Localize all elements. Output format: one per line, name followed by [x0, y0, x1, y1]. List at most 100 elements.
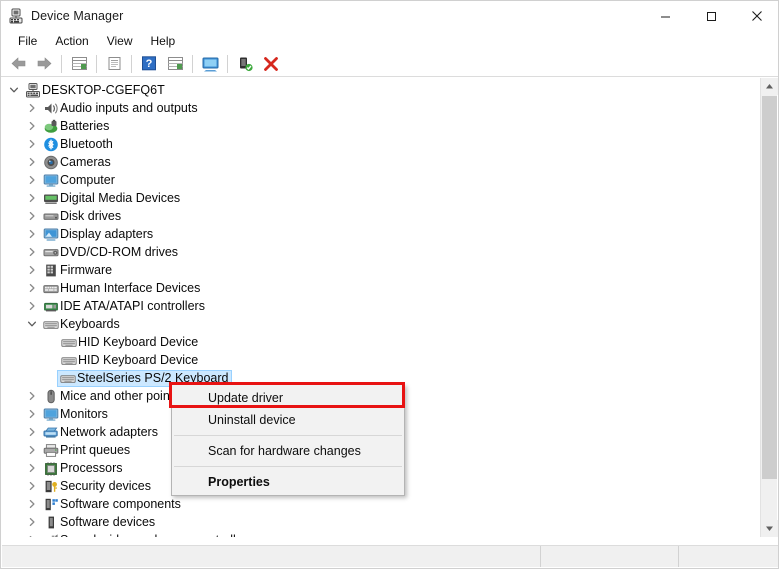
- tree-item[interactable]: Display adapters: [2, 225, 758, 243]
- tree-item-content[interactable]: Disk drives: [40, 208, 124, 225]
- tree-item[interactable]: Batteries: [2, 117, 758, 135]
- menu-help[interactable]: Help: [142, 32, 185, 51]
- tree-item[interactable]: Bluetooth: [2, 135, 758, 153]
- tree-item[interactable]: Sound, video and game controllers: [2, 531, 758, 537]
- tree-item[interactable]: DESKTOP-CGEFQ6T: [2, 81, 758, 99]
- chevron-right-icon[interactable]: [24, 171, 40, 189]
- tree-item-content[interactable]: Batteries: [40, 118, 112, 135]
- tree-item[interactable]: Software devices: [2, 513, 758, 531]
- tree-item-content[interactable]: Digital Media Devices: [40, 190, 183, 207]
- scrollbar-thumb[interactable]: [762, 96, 777, 479]
- chevron-right-icon[interactable]: [24, 117, 40, 135]
- tree-item-content[interactable]: Firmware: [40, 262, 115, 279]
- tree-item-content[interactable]: HID Keyboard Device: [58, 334, 201, 351]
- context-menu[interactable]: Update driver Uninstall device Scan for ha…: [171, 384, 405, 496]
- tree-item[interactable]: Firmware: [2, 261, 758, 279]
- tree-item-content[interactable]: Audio inputs and outputs: [40, 100, 201, 117]
- context-menu-item[interactable]: Update driver: [172, 387, 404, 409]
- chevron-right-icon[interactable]: [24, 405, 40, 423]
- close-button[interactable]: [734, 1, 778, 31]
- chevron-right-icon[interactable]: [24, 477, 40, 495]
- tree-item-content[interactable]: Computer: [40, 172, 118, 189]
- tree-item[interactable]: Cameras: [2, 153, 758, 171]
- tree-item-content[interactable]: DVD/CD-ROM drives: [40, 244, 181, 261]
- chevron-right-icon[interactable]: [24, 459, 40, 477]
- tree-item[interactable]: Keyboards: [2, 315, 758, 333]
- back-arrow-icon[interactable]: [6, 53, 30, 75]
- tree-item-content[interactable]: Network adapters: [40, 424, 161, 441]
- update-driver-icon[interactable]: [198, 53, 222, 75]
- context-menu-item[interactable]: Uninstall device: [172, 409, 404, 431]
- tree-item[interactable]: Digital Media Devices: [2, 189, 758, 207]
- help-icon[interactable]: ?: [137, 53, 161, 75]
- tree-item-content[interactable]: Processors: [40, 460, 126, 477]
- tree-item-content[interactable]: Sound, video and game controllers: [40, 532, 256, 537]
- tree-item-content[interactable]: HID Keyboard Device: [58, 352, 201, 369]
- chevron-right-icon[interactable]: [24, 441, 40, 459]
- scan-for-hardware-changes-icon[interactable]: [163, 53, 187, 75]
- tree-item-label: Digital Media Devices: [60, 191, 181, 205]
- tree-item-content[interactable]: Cameras: [40, 154, 114, 171]
- menu-view[interactable]: View: [98, 32, 142, 51]
- context-menu-item[interactable]: Properties: [172, 471, 404, 493]
- chevron-right-icon[interactable]: [24, 243, 40, 261]
- tree-item-content[interactable]: DESKTOP-CGEFQ6T: [22, 82, 168, 99]
- tree-item[interactable]: HID Keyboard Device: [2, 333, 758, 351]
- tree-item-content[interactable]: Keyboards: [40, 316, 123, 333]
- chevron-right-icon[interactable]: [24, 225, 40, 243]
- chevron-right-icon[interactable]: [24, 297, 40, 315]
- minimize-button[interactable]: [642, 1, 688, 31]
- vertical-scrollbar[interactable]: [760, 78, 778, 537]
- tree-item[interactable]: DVD/CD-ROM drives: [2, 243, 758, 261]
- tree-item-content[interactable]: Monitors: [40, 406, 111, 423]
- tree-item-content[interactable]: IDE ATA/ATAPI controllers: [40, 298, 208, 315]
- firmware-icon: [42, 262, 60, 278]
- tree-item-content[interactable]: Bluetooth: [40, 136, 116, 153]
- chevron-right-icon[interactable]: [24, 513, 40, 531]
- chevron-right-icon[interactable]: [24, 135, 40, 153]
- maximize-button[interactable]: [688, 1, 734, 31]
- chevron-right-icon[interactable]: [24, 207, 40, 225]
- tree-item-label: Keyboards: [60, 317, 120, 331]
- tree-item[interactable]: HID Keyboard Device: [2, 351, 758, 369]
- tree-item[interactable]: IDE ATA/ATAPI controllers: [2, 297, 758, 315]
- context-menu-item[interactable]: Scan for hardware changes: [172, 440, 404, 462]
- chevron-right-icon[interactable]: [24, 495, 40, 513]
- tree-item-content[interactable]: Human Interface Devices: [40, 280, 203, 297]
- ide-controller-icon: [42, 298, 60, 314]
- tree-item-label: Cameras: [60, 155, 111, 169]
- tree-item[interactable]: Human Interface Devices: [2, 279, 758, 297]
- menu-action[interactable]: Action: [46, 32, 97, 51]
- chevron-right-icon[interactable]: [24, 153, 40, 171]
- tree-item[interactable]: Software components: [2, 495, 758, 513]
- tree-item[interactable]: Audio inputs and outputs: [2, 99, 758, 117]
- tree-item[interactable]: Disk drives: [2, 207, 758, 225]
- tree-item-content[interactable]: Display adapters: [40, 226, 156, 243]
- scroll-up-arrow-icon[interactable]: [761, 78, 778, 95]
- chevron-right-icon[interactable]: [24, 531, 40, 537]
- chevron-right-icon[interactable]: [24, 387, 40, 405]
- chevron-right-icon[interactable]: [24, 99, 40, 117]
- tree-item-content[interactable]: Print queues: [40, 442, 133, 459]
- uninstall-device-icon[interactable]: [259, 53, 283, 75]
- properties-icon[interactable]: [102, 53, 126, 75]
- chevron-right-icon[interactable]: [24, 279, 40, 297]
- scroll-down-arrow-icon[interactable]: [761, 520, 778, 537]
- chevron-right-icon[interactable]: [24, 423, 40, 441]
- status-panel-main: [2, 546, 541, 567]
- chevron-down-icon[interactable]: [6, 81, 22, 99]
- tree-item-content[interactable]: Software components: [40, 496, 184, 513]
- chevron-right-icon[interactable]: [24, 261, 40, 279]
- forward-arrow-icon[interactable]: [32, 53, 56, 75]
- tree-item-content[interactable]: Software devices: [40, 514, 158, 531]
- show-hide-console-tree-icon[interactable]: [67, 53, 91, 75]
- menu-file[interactable]: File: [9, 32, 46, 51]
- tree-item[interactable]: Computer: [2, 171, 758, 189]
- chevron-right-icon[interactable]: [24, 189, 40, 207]
- tree-item-content[interactable]: Security devices: [40, 478, 154, 495]
- chevron-down-icon[interactable]: [24, 315, 40, 333]
- tree-item-label: Disk drives: [60, 209, 122, 223]
- tree-item-label: IDE ATA/ATAPI controllers: [60, 299, 205, 313]
- enable-device-icon[interactable]: [233, 53, 257, 75]
